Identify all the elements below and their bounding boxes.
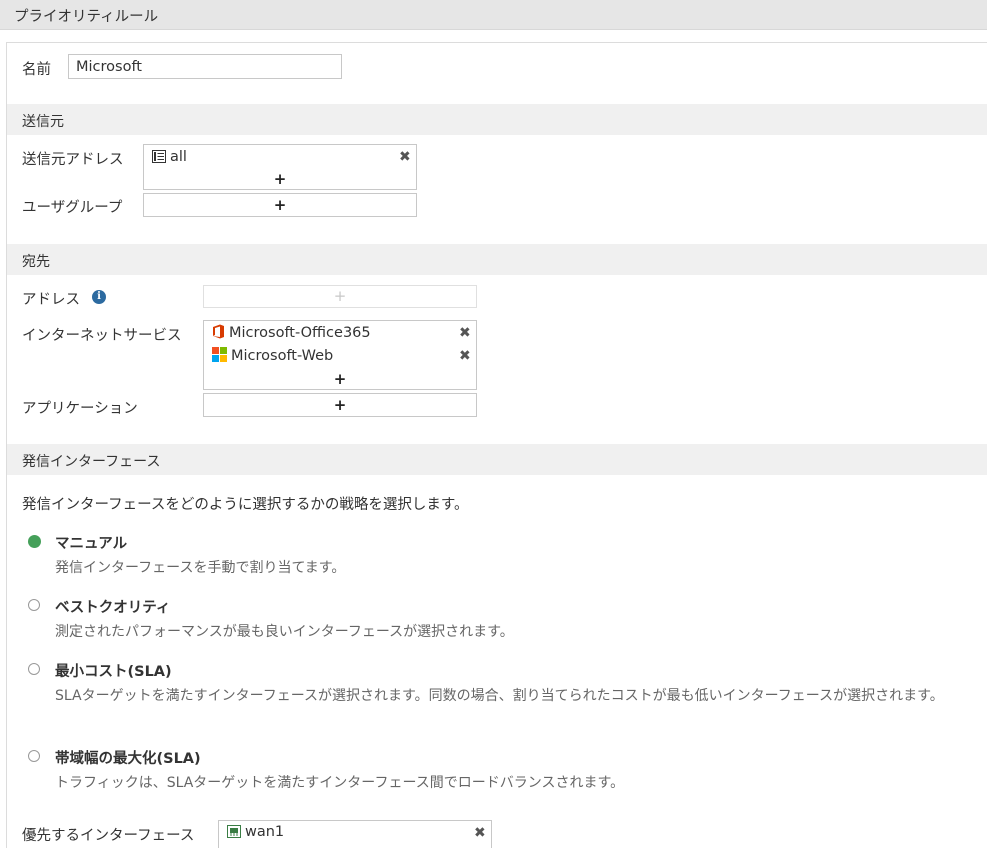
option-title-manual[interactable]: マニュアル (55, 532, 127, 553)
source-address-field[interactable]: all ✖ + (143, 144, 417, 190)
preferred-interface-field[interactable]: wan1 ✖ (218, 820, 492, 848)
add-internet-service-button[interactable]: + (204, 372, 476, 387)
add-user-group-button[interactable]: + (144, 198, 416, 213)
strategy-description: 発信インターフェースをどのように選択するかの戦略を選択します。 (22, 497, 469, 513)
add-application-button[interactable]: + (204, 398, 476, 413)
source-address-label: 送信元アドレス (22, 152, 124, 168)
option-title-lowest-cost[interactable]: 最小コスト(SLA) (55, 660, 172, 681)
internet-service-entry[interactable]: Microsoft-Web (212, 347, 333, 366)
destination-address-label: アドレス (22, 292, 80, 308)
outgoing-section-title: 発信インターフェース (22, 454, 161, 470)
preferred-interface-entry[interactable]: wan1 (227, 824, 284, 842)
microsoft-logo-icon (212, 347, 227, 366)
destination-section-header: 宛先 (7, 244, 987, 275)
option-desc-lowest-cost: SLAターゲットを満たすインターフェースが選択されます。同数の場合、割り当てられ… (55, 688, 944, 704)
application-field[interactable]: + (203, 393, 477, 417)
source-section-header: 送信元 (7, 104, 987, 135)
option-title-maximize-bandwidth[interactable]: 帯域幅の最大化(SLA) (55, 747, 201, 768)
remove-office365-icon[interactable]: ✖ (459, 326, 471, 340)
source-section-title: 送信元 (22, 114, 64, 130)
source-address-entry-label: all (170, 149, 187, 165)
internet-service-field[interactable]: Microsoft-Office365 ✖ Microsoft-Web ✖ + (203, 320, 477, 390)
remove-source-address-icon[interactable]: ✖ (399, 150, 411, 164)
add-destination-address-button[interactable]: + (204, 289, 476, 304)
source-address-entry[interactable]: all (152, 149, 187, 167)
option-desc-maximize-bandwidth: トラフィックは、SLAターゲットを満たすインターフェース間でロードバランスされま… (55, 775, 625, 791)
outgoing-section-header: 発信インターフェース (7, 444, 987, 475)
remove-preferred-interface-icon[interactable]: ✖ (474, 826, 486, 840)
option-desc-manual: 発信インターフェースを手動で割り当てます。 (55, 560, 346, 576)
internet-service-entry-label: Microsoft-Web (231, 348, 334, 364)
option-desc-best-quality: 測定されたパフォーマンスが最も良いインターフェースが選択されます。 (55, 624, 514, 640)
user-group-label: ユーザグループ (22, 200, 123, 216)
radio-manual[interactable] (28, 535, 41, 548)
name-label: 名前 (22, 62, 51, 78)
destination-section-title: 宛先 (22, 254, 50, 270)
internet-service-entry[interactable]: Microsoft-Office365 (212, 324, 371, 343)
destination-address-field[interactable]: + (203, 285, 477, 308)
radio-maximize-bandwidth[interactable] (28, 750, 40, 762)
remove-microsoft-web-icon[interactable]: ✖ (459, 349, 471, 363)
internet-service-entry-label: Microsoft-Office365 (229, 325, 371, 341)
option-title-best-quality[interactable]: ベストクオリティ (55, 596, 170, 617)
internet-service-label: インターネットサービス (22, 328, 182, 344)
user-group-field[interactable]: + (143, 193, 417, 217)
preferred-interface-entry-label: wan1 (245, 824, 285, 840)
radio-best-quality[interactable] (28, 599, 40, 611)
info-icon[interactable]: i (92, 290, 106, 304)
office365-icon (212, 324, 225, 343)
window-title: プライオリティルール (14, 9, 159, 25)
preferred-interface-label: 優先するインターフェース (22, 828, 195, 844)
title-bar: プライオリティルール (0, 0, 987, 30)
radio-lowest-cost[interactable] (28, 663, 40, 675)
add-source-address-button[interactable]: + (144, 172, 416, 187)
application-label: アプリケーション (22, 401, 138, 417)
interface-port-icon (227, 825, 241, 842)
address-icon (152, 150, 166, 167)
name-input[interactable] (68, 54, 342, 79)
